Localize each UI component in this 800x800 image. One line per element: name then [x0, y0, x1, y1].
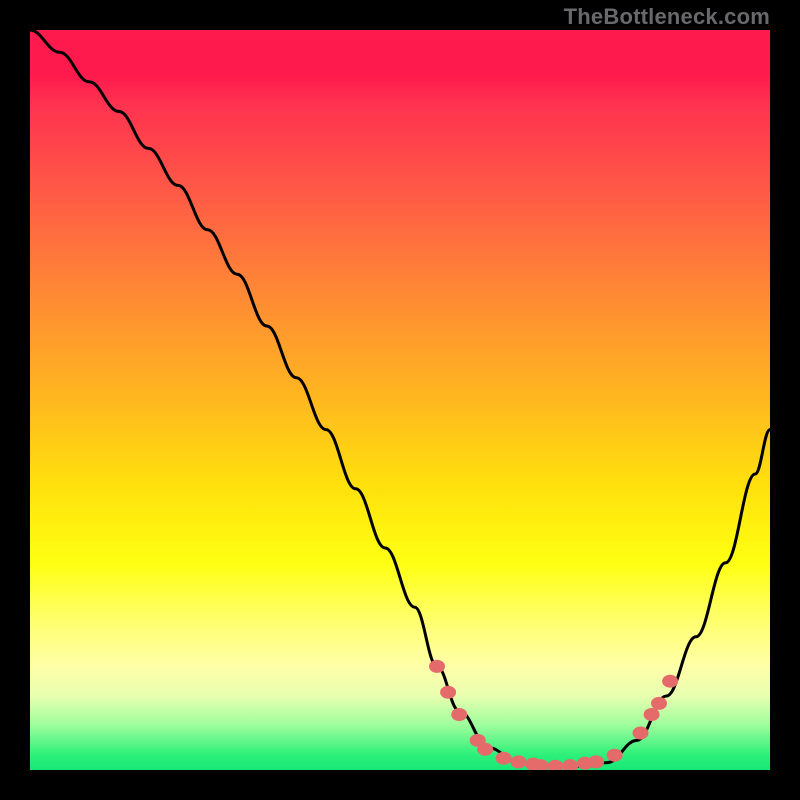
- highlight-dot: [607, 749, 623, 762]
- highlight-dot: [588, 755, 604, 768]
- highlight-dot: [477, 743, 493, 756]
- highlight-dot: [651, 697, 667, 710]
- bottleneck-highlight-dots: [429, 660, 678, 770]
- highlight-dot: [440, 686, 456, 699]
- chart-svg: [30, 30, 770, 770]
- chart-stage: TheBottleneck.com: [0, 0, 800, 800]
- highlight-dot: [547, 760, 563, 770]
- chart-plot-area: [30, 30, 770, 770]
- highlight-dot: [496, 752, 512, 765]
- highlight-dot: [662, 675, 678, 688]
- highlight-dot: [562, 759, 578, 770]
- highlight-dot: [451, 708, 467, 721]
- highlight-dot: [644, 708, 660, 721]
- highlight-dot: [429, 660, 445, 673]
- bottleneck-curve: [30, 30, 770, 766]
- highlight-dot: [633, 727, 649, 740]
- watermark-text: TheBottleneck.com: [564, 4, 770, 30]
- highlight-dot: [510, 755, 526, 768]
